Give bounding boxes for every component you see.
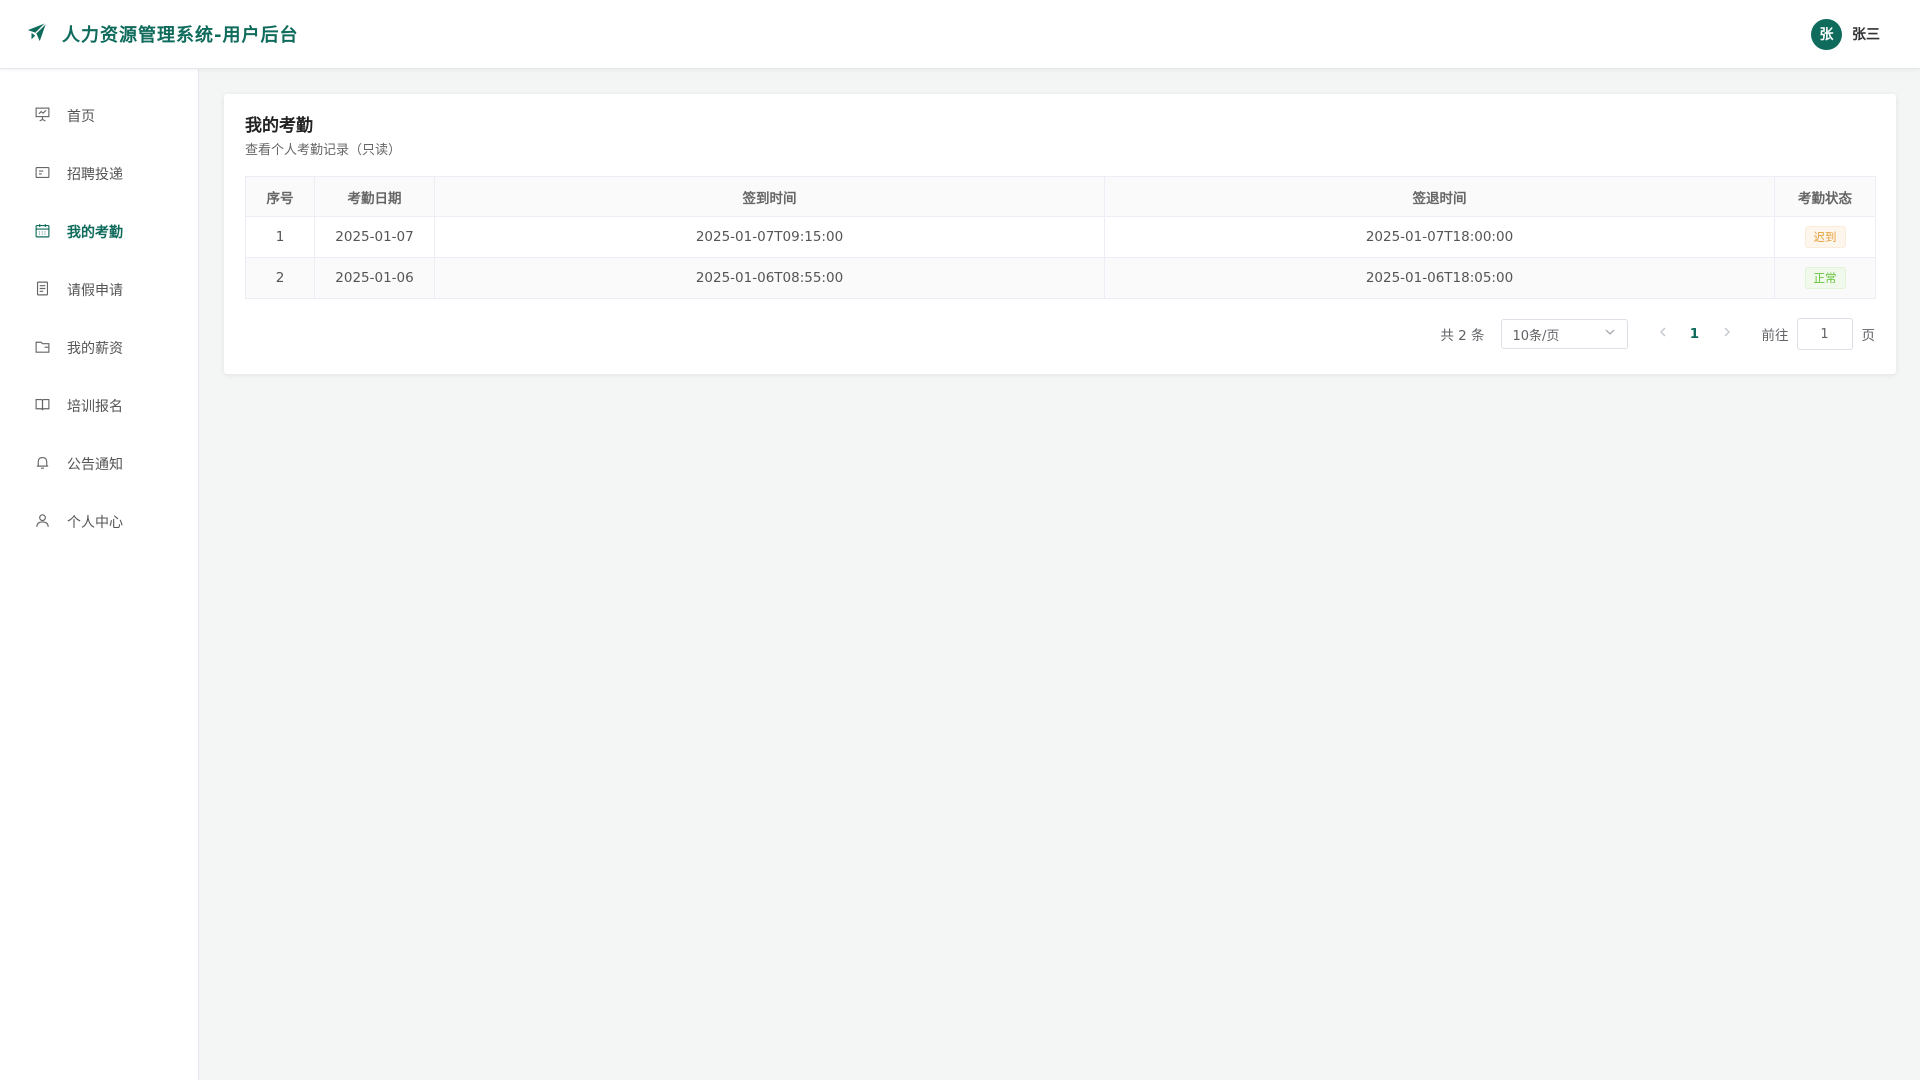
attendance-table: 序号 考勤日期 签到时间 签退时间 考勤状态 1 2025-01-07 2025… [245,176,1876,299]
brand[interactable]: 人力资源管理系统-用户后台 [26,21,298,47]
status-badge: 迟到 [1804,226,1846,248]
sign-in-time: 2025-01-06T08:55:00 [434,257,1105,299]
sidebar: 首页 招聘投递 我的考勤 请假申请 我的薪资 培训报名 公告通知 个人中心 [0,69,199,1080]
app-title: 人力资源管理系统-用户后台 [62,25,299,46]
top-header: 人力资源管理系统-用户后台 张 张三 [0,0,1920,69]
page-title: 我的考勤 [245,116,313,136]
sidebar-item-label: 公告通知 [67,457,123,473]
page-subtitle: 查看个人考勤记录（只读） [245,143,402,158]
sidebar-item-label: 我的考勤 [67,225,123,241]
sidebar-item-recruitment[interactable]: 招聘投递 [0,145,198,203]
page-size-select[interactable]: 10条/页 [1500,319,1628,349]
table-row[interactable]: 1 2025-01-07 2025-01-07T09:15:00 2025-01… [245,216,1876,258]
chevron-right-icon [1721,326,1733,342]
prev-page-button[interactable] [1648,319,1678,349]
next-page-button[interactable] [1712,319,1742,349]
column-header[interactable]: 考勤日期 [314,176,435,217]
user-icon [34,512,51,533]
sidebar-item-attendance[interactable]: 我的考勤 [0,203,198,261]
column-header[interactable]: 签退时间 [1104,176,1775,217]
goto-label: 前往 [1761,328,1789,344]
page-unit-label: 页 [1861,328,1876,344]
sidebar-item-label: 招聘投递 [67,167,123,183]
row-index: 2 [245,257,315,299]
sidebar-item-leave[interactable]: 请假申请 [0,261,198,319]
sidebar-item-salary[interactable]: 我的薪资 [0,319,198,377]
sidebar-item-training[interactable]: 培训报名 [0,377,198,435]
user-menu[interactable]: 张 张三 [1811,18,1880,50]
user-name[interactable]: 张三 [1852,24,1880,44]
sign-out-time: 2025-01-07T18:00:00 [1104,216,1775,258]
sidebar-item-announcements[interactable]: 公告通知 [0,435,198,493]
sidebar-item-label: 请假申请 [67,283,123,299]
row-index: 1 [245,216,315,258]
sidebar-item-label: 首页 [67,109,95,125]
main-content: 我的考勤 查看个人考勤记录（只读） 序号 考勤日期 签到时间 签退时间 考勤状态… [224,94,1896,374]
status-cell: 迟到 [1774,216,1876,258]
chevron-left-icon [1657,326,1669,342]
avatar[interactable]: 张 [1811,18,1842,50]
page-number-current[interactable]: 1 [1678,326,1712,342]
column-header[interactable]: 序号 [245,176,315,217]
sidebar-item-home[interactable]: 首页 [0,87,198,145]
sign-out-time: 2025-01-06T18:05:00 [1104,257,1775,299]
document-icon [34,280,51,301]
bell-icon [34,454,51,475]
sidebar-item-profile[interactable]: 个人中心 [0,493,198,551]
pagination-total: 共 2 条 [1440,328,1485,344]
wallet-icon [34,338,51,359]
page-size-value: 10条/页 [1512,328,1560,344]
pagination: 共 2 条 10条/页 1 前往 页 [245,318,1875,350]
status-badge: 正常 [1804,267,1846,289]
chevron-down-icon [1604,326,1616,342]
id-card-icon [34,164,51,185]
attendance-date: 2025-01-06 [314,257,435,299]
book-icon [34,396,51,417]
paper-plane-icon [26,21,48,47]
column-header[interactable]: 签到时间 [434,176,1105,217]
status-cell: 正常 [1774,257,1876,299]
attendance-card: 我的考勤 查看个人考勤记录（只读） 序号 考勤日期 签到时间 签退时间 考勤状态… [224,94,1896,374]
sidebar-item-label: 我的薪资 [67,341,123,357]
attendance-date: 2025-01-07 [314,216,435,258]
goto-page-input[interactable] [1796,318,1853,350]
presentation-icon [34,106,51,127]
column-header[interactable]: 考勤状态 [1774,176,1876,217]
table-header-row: 序号 考勤日期 签到时间 签退时间 考勤状态 [245,176,1876,217]
table-row[interactable]: 2 2025-01-06 2025-01-06T08:55:00 2025-01… [245,257,1876,299]
sidebar-item-label: 培训报名 [67,399,123,415]
sign-in-time: 2025-01-07T09:15:00 [434,216,1105,258]
sidebar-item-label: 个人中心 [67,515,123,531]
calendar-icon [34,222,51,243]
